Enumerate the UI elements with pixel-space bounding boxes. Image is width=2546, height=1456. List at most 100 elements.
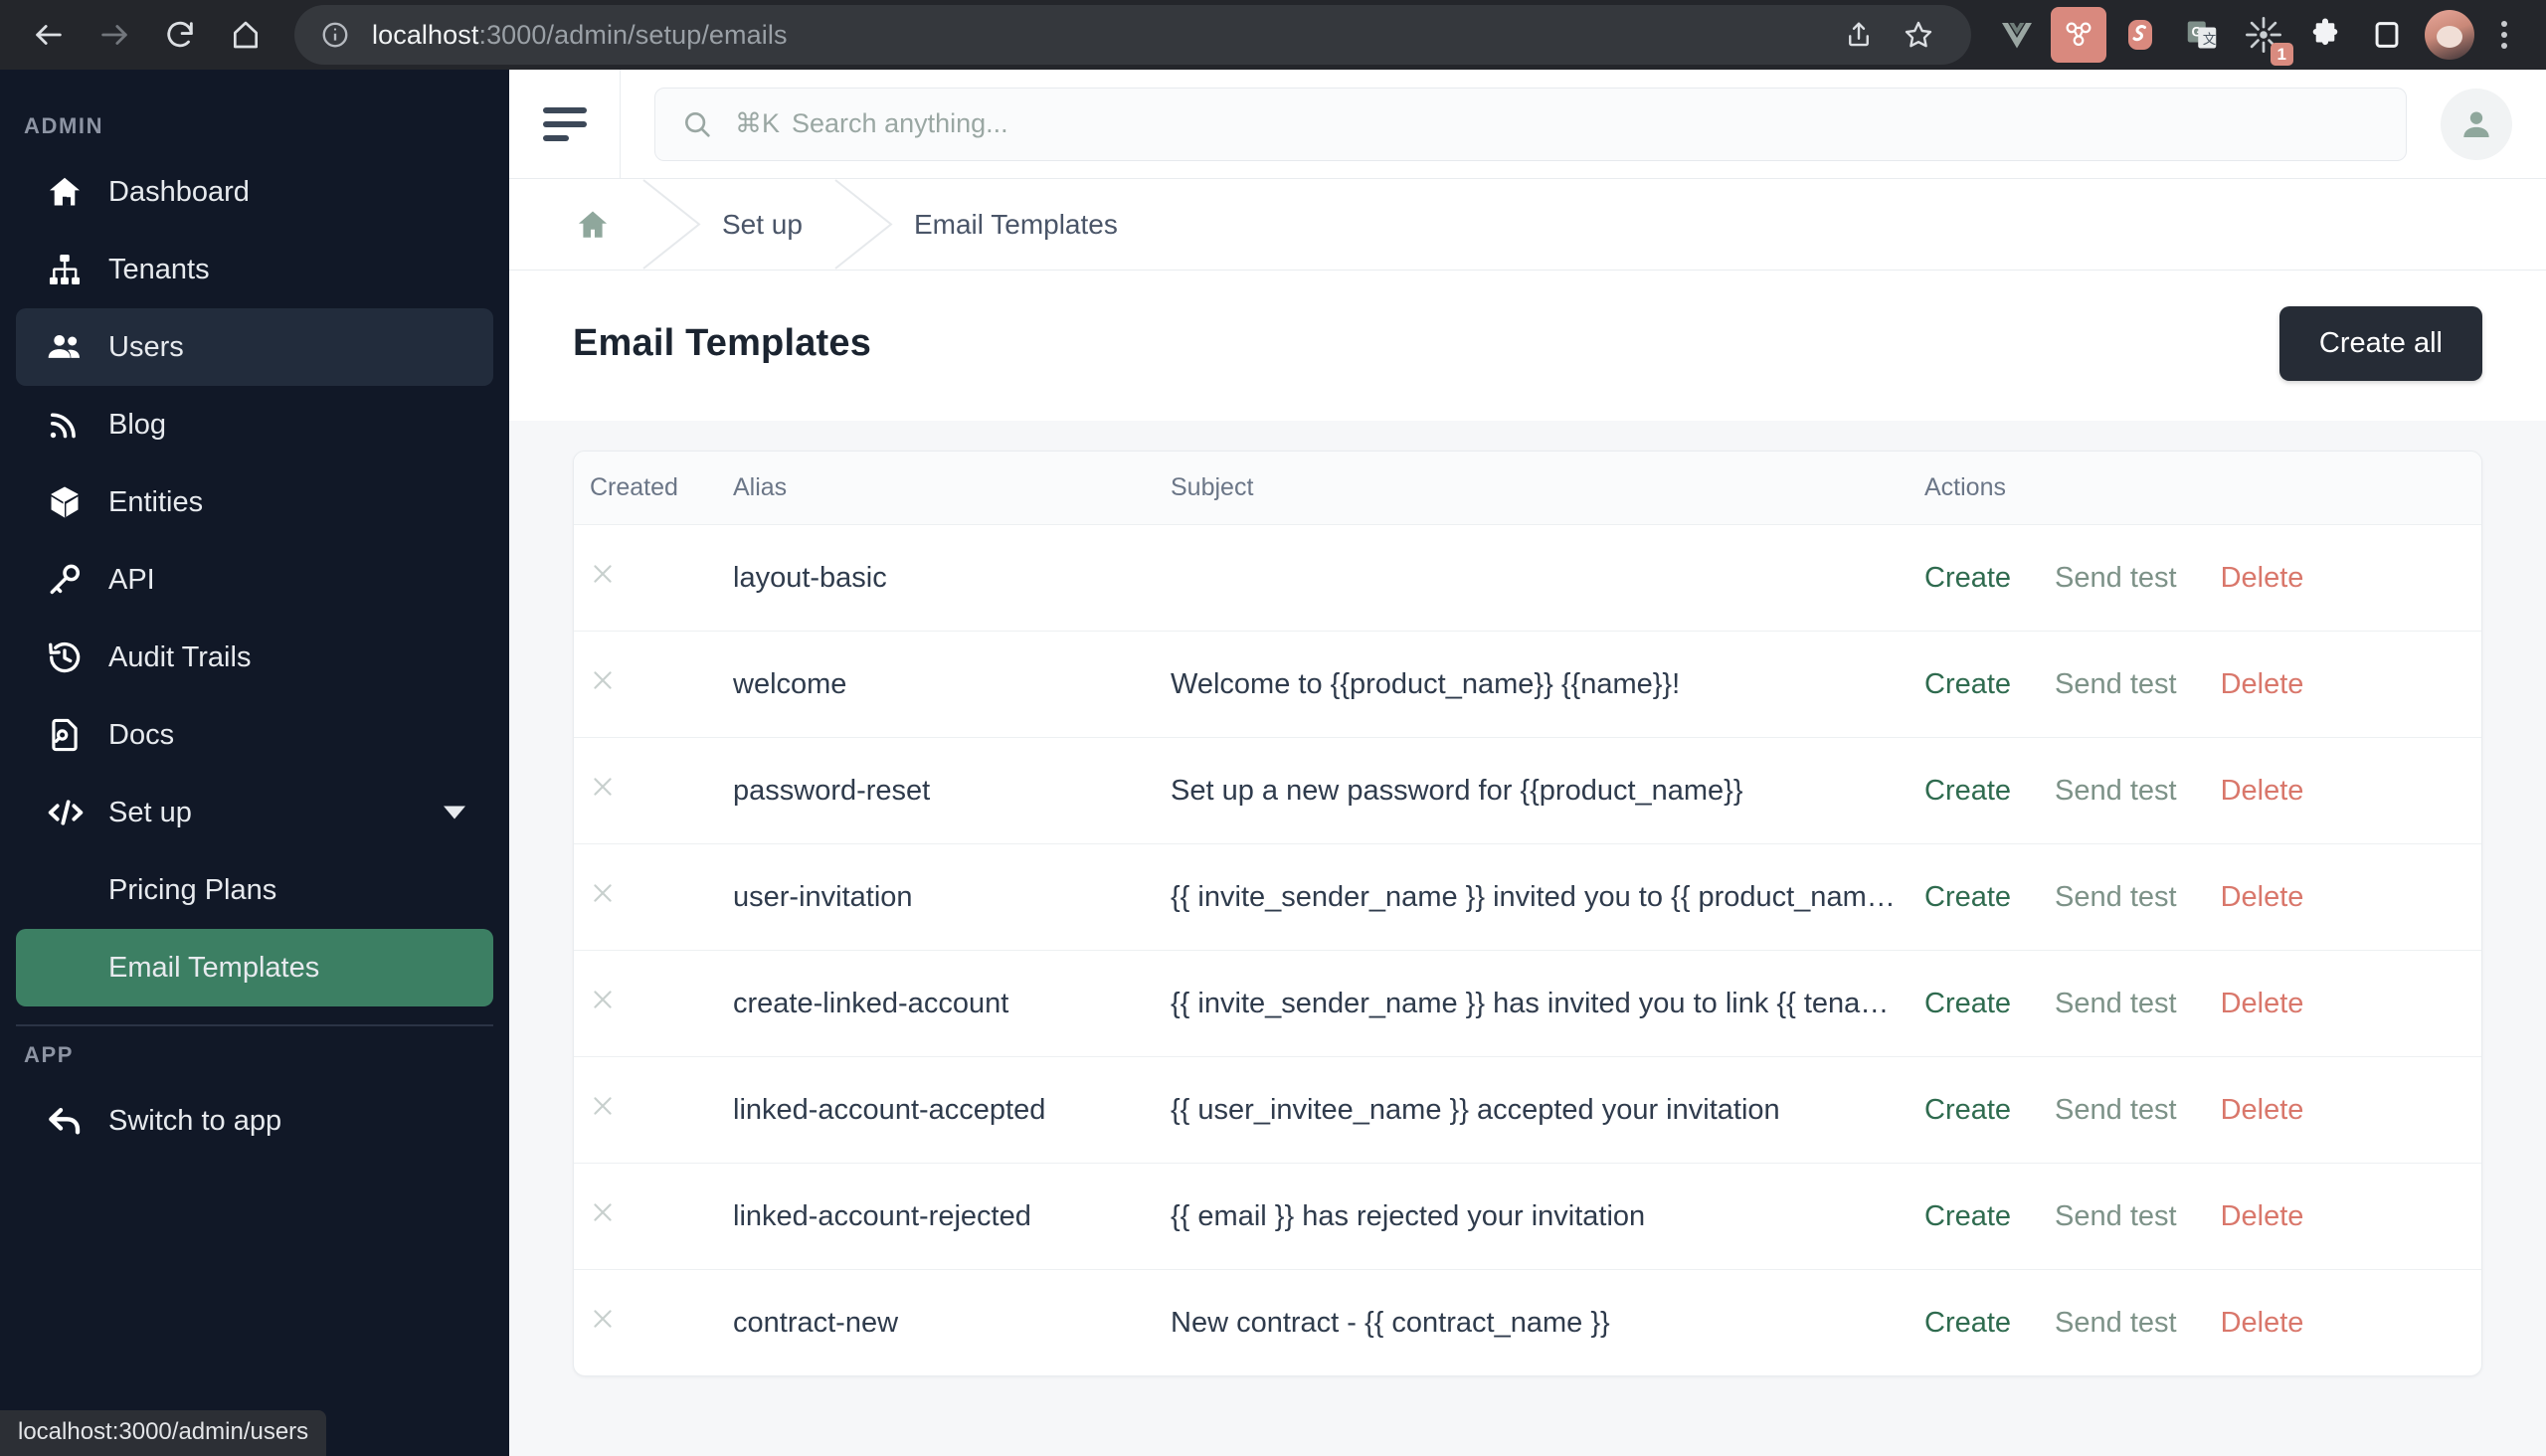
reload-button[interactable] [149, 4, 211, 66]
sidebar-item-entities[interactable]: Entities [16, 463, 493, 541]
bookmark-star-icon[interactable] [1892, 8, 1945, 62]
cell-actions: Create Send test Delete [1924, 843, 2481, 951]
delete-link[interactable]: Delete [2221, 881, 2304, 914]
search-icon [681, 108, 713, 140]
sidebar-item-set-up[interactable]: Set up [16, 774, 493, 851]
sidebar-item-label: Users [108, 330, 184, 363]
not-created-icon [590, 1093, 616, 1125]
browser-toolbar: localhost:3000/admin/setup/emails G 文 1 [0, 0, 2546, 70]
share-icon[interactable] [1832, 8, 1886, 62]
sidebar-item-users[interactable]: Users [16, 308, 493, 386]
table-row: contract-new New contract - {{ contract_n… [574, 1270, 2481, 1376]
breadcrumb-home[interactable] [509, 179, 701, 270]
address-bar[interactable]: localhost:3000/admin/setup/emails [294, 5, 1971, 65]
delete-link[interactable]: Delete [2221, 1307, 2304, 1340]
sidebar-toggle-button[interactable] [509, 69, 621, 179]
cell-actions: Create Send test Delete [1924, 1270, 2481, 1376]
send-test-link[interactable]: Send test [2055, 881, 2177, 914]
send-test-link[interactable]: Send test [2055, 562, 2177, 595]
users-icon [46, 327, 91, 367]
breadcrumb-label: Email Templates [913, 208, 1118, 240]
cell-subject: {{ invite_sender_name }} invited you to … [1171, 843, 1924, 951]
home-icon [578, 211, 608, 238]
table-row: linked-account-accepted{{ user_invitee_n… [574, 1056, 2481, 1164]
browser-menu-icon[interactable] [2480, 7, 2528, 63]
sidebar-item-email-templates[interactable]: Email Templates [16, 929, 493, 1006]
not-created-icon [590, 667, 616, 699]
sidebar-item-api[interactable]: API [16, 541, 493, 619]
account-avatar-button[interactable] [2441, 88, 2512, 160]
sidebar-item-label: Blog [108, 408, 167, 441]
delete-link[interactable]: Delete [2221, 1094, 2304, 1127]
delete-link[interactable]: Delete [2221, 1200, 2304, 1233]
create-link[interactable]: Create [1924, 1307, 2011, 1340]
create-link[interactable]: Create [1924, 1094, 2011, 1127]
delete-link[interactable]: Delete [2221, 988, 2304, 1020]
create-link[interactable]: Create [1924, 988, 2011, 1020]
sidebar: ADMIN Dashboard Tenants Users Blog Entit… [0, 70, 509, 1456]
extension-badge-count: 1 [2270, 42, 2293, 66]
home-button[interactable] [215, 4, 276, 66]
send-test-link[interactable]: Send test [2055, 1307, 2177, 1340]
site-info-icon[interactable] [320, 20, 350, 50]
sidebar-item-label: Switch to app [108, 1104, 282, 1137]
sidebar-item-switch-to-app[interactable]: Switch to app [16, 1082, 493, 1160]
create-link[interactable]: Create [1924, 1200, 2011, 1233]
sidebar-item-tenants[interactable]: Tenants [16, 231, 493, 308]
sidebar-section-app: APP [24, 1042, 75, 1067]
svg-text:文: 文 [2203, 32, 2217, 47]
delete-link[interactable]: Delete [2221, 668, 2304, 701]
cell-alias: linked-account-rejected [733, 1163, 1171, 1270]
cell-subject: {{ invite_sender_name }} has invited you… [1171, 950, 1924, 1057]
send-test-link[interactable]: Send test [2055, 668, 2177, 701]
sidebar-item-pricing-plans[interactable]: Pricing Plans [16, 851, 493, 929]
sidebar-item-label: Tenants [108, 253, 210, 285]
cell-created [574, 950, 733, 1057]
cell-alias: layout-basic [733, 524, 1171, 632]
google-translate-icon[interactable]: G 文 [2174, 7, 2230, 63]
send-test-link[interactable]: Send test [2055, 1200, 2177, 1233]
delete-link[interactable]: Delete [2221, 562, 2304, 595]
sunburst-extension-icon[interactable]: 1 [2236, 7, 2293, 66]
side-panel-icon[interactable] [2359, 7, 2415, 63]
sidebar-item-blog[interactable]: Blog [16, 386, 493, 463]
search-placeholder: Search anything... [792, 108, 1008, 138]
vue-devtools-icon[interactable] [1989, 7, 2045, 63]
delete-link[interactable]: Delete [2221, 775, 2304, 808]
molecule-extension-icon[interactable] [2051, 7, 2106, 63]
cell-created [574, 524, 733, 632]
search-input[interactable]: ⌘K Search anything... [654, 87, 2407, 161]
cell-alias: password-reset [733, 737, 1171, 844]
arrow-back-icon [46, 1101, 91, 1141]
page-header: Email Templates Create all [509, 271, 2546, 421]
create-link[interactable]: Create [1924, 775, 2011, 808]
email-templates-table: Created Alias Subject Actions layout-bas… [574, 452, 2481, 1375]
send-test-link[interactable]: Send test [2055, 775, 2177, 808]
puzzle-extensions-icon[interactable] [2297, 7, 2353, 63]
sidebar-item-audit-trails[interactable]: Audit Trails [16, 619, 493, 696]
create-link[interactable]: Create [1924, 881, 2011, 914]
browser-profile-avatar[interactable] [2425, 10, 2474, 60]
svelte-devtools-icon[interactable] [2112, 7, 2168, 63]
create-all-button[interactable]: Create all [2278, 306, 2482, 381]
hamburger-icon [542, 106, 587, 141]
chevron-down-icon[interactable] [444, 806, 465, 819]
back-button[interactable] [18, 4, 80, 66]
sidebar-item-label: Email Templates [108, 951, 320, 984]
cell-actions: Create Send test Delete [1924, 950, 2481, 1057]
not-created-icon [590, 774, 616, 806]
not-created-icon [590, 561, 616, 593]
create-link[interactable]: Create [1924, 562, 2011, 595]
sidebar-item-docs[interactable]: Docs [16, 696, 493, 774]
send-test-link[interactable]: Send test [2055, 988, 2177, 1020]
breadcrumb-item-email-templates[interactable]: Email Templates [864, 179, 1118, 270]
forward-button[interactable] [84, 4, 145, 66]
table-row: create-linked-account{{ invite_sender_na… [574, 950, 2481, 1057]
sidebar-item-label: Dashboard [108, 175, 250, 208]
cube-icon [46, 483, 91, 521]
create-link[interactable]: Create [1924, 668, 2011, 701]
breadcrumb-item-setup[interactable]: Set up [672, 179, 893, 270]
sidebar-item-dashboard[interactable]: Dashboard [16, 153, 493, 231]
rss-icon [46, 407, 91, 443]
send-test-link[interactable]: Send test [2055, 1094, 2177, 1127]
